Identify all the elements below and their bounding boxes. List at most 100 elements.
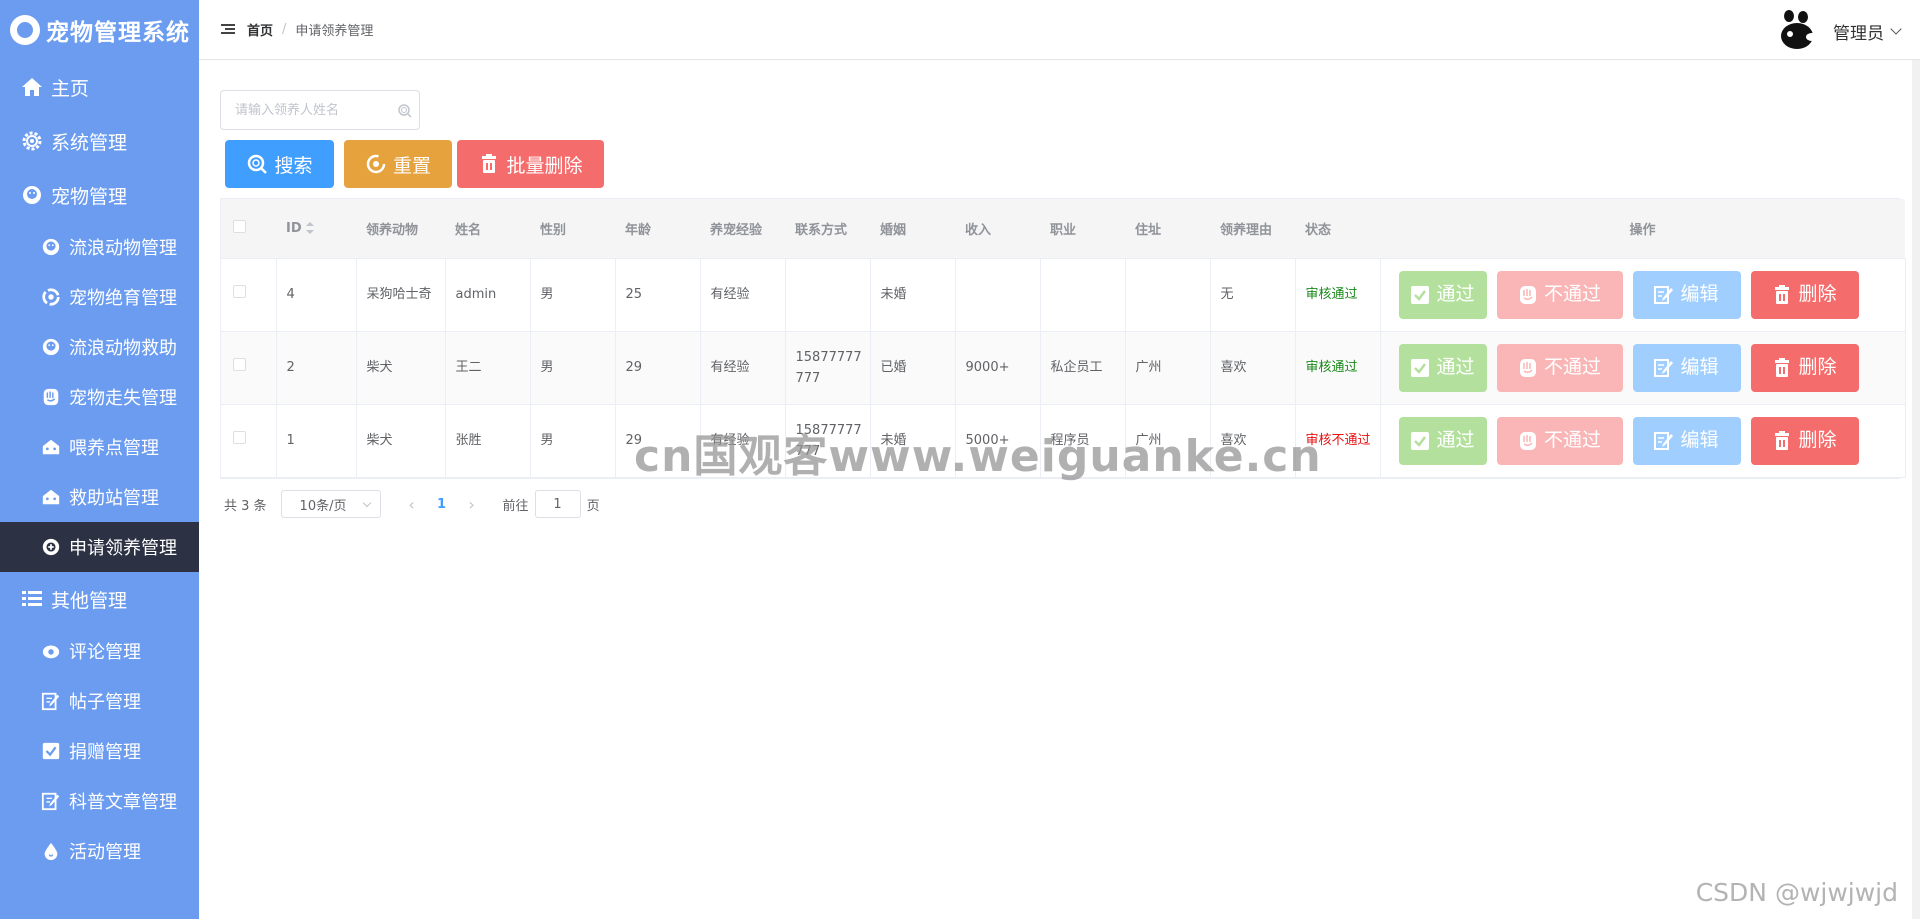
search-icon [246,153,268,175]
page-size-select[interactable]: 10条/页 [280,490,381,518]
sort-icon[interactable] [305,222,314,235]
scrollbar[interactable] [1912,60,1920,919]
delete-button[interactable]: 删除 [1750,343,1859,392]
edit-button[interactable]: 编辑 [1632,343,1741,392]
pass-button[interactable]: 通过 [1398,343,1487,392]
drop-icon [40,840,62,862]
column-header: 联系方式 [785,199,870,259]
sidebar-item[interactable]: 评论管理 [0,626,199,676]
pass-button[interactable]: 通过 [1398,270,1487,319]
goto-page-input[interactable]: 1 [534,490,581,518]
row-checkbox[interactable] [233,431,246,444]
cell-income: 9000+ [955,331,1041,405]
row-select-cell [221,404,277,478]
sidebar-item[interactable]: 其他管理 [0,572,199,626]
edit-button[interactable]: 编辑 [1632,416,1741,465]
reject-button[interactable]: 不通过 [1496,416,1623,465]
sidebar-item[interactable]: 宠物管理 [0,168,199,222]
sidebar-item[interactable]: 喂养点管理 [0,422,199,472]
sidebar-item[interactable]: 主页 [0,60,199,114]
cell-exp: 有经验 [700,258,786,332]
reset-button[interactable]: 重置 [344,140,452,188]
delete-button[interactable]: 删除 [1750,270,1859,319]
pet-face-icon [40,236,62,258]
sidebar-item-label: 主页 [51,77,90,100]
search-button[interactable]: 搜索 [225,140,334,188]
next-page-icon[interactable]: › [457,495,487,514]
sidebar-item[interactable]: 科普文章管理 [0,776,199,826]
pagination-total: 共 3 条 [224,498,267,514]
sidebar-item-label: 宠物走失管理 [69,388,177,409]
reset-button-label: 重置 [392,154,431,177]
hand-icon [1518,431,1538,451]
prev-page-icon[interactable]: ‹ [397,495,427,514]
sidebar-menu: 主页系统管理宠物管理 流浪动物管理 宠物绝育管理 流浪动物救助宠物走失管理喂养点管理救… [0,60,199,876]
breadcrumb-home[interactable]: 首页 [247,20,273,39]
column-header: 操作 [1380,199,1905,259]
hand-icon [1518,285,1538,305]
sidebar-item[interactable]: 申请领养管理 [0,522,199,572]
row-select-cell [221,331,277,405]
column-header: 住址 [1125,199,1210,259]
column-header: 状态 [1295,199,1380,259]
search-input[interactable] [235,102,395,118]
column-header[interactable]: ID [276,199,356,259]
reject-button[interactable]: 不通过 [1496,343,1623,392]
cell-address [1125,258,1211,332]
sidebar-item-label: 其他管理 [51,589,128,612]
page-number[interactable]: 1 [427,497,457,512]
user-menu[interactable]: 管理员 [1779,10,1902,52]
sidebar-item-label: 救助站管理 [69,488,159,509]
delete-button[interactable]: 删除 [1750,416,1859,465]
hand-icon [40,386,62,408]
status-badge: 审核通过 [1295,331,1381,405]
actions-cell: 通过 不通过 编辑 删除 [1380,331,1906,405]
trash-icon [478,153,500,175]
sidebar-item[interactable]: 帖子管理 [0,676,199,726]
sidebar-item[interactable]: 宠物绝育管理 [0,272,199,322]
user-name: 管理员 [1833,23,1884,44]
sidebar-item[interactable]: 流浪动物管理 [0,222,199,272]
chevron-down-icon [1890,22,1902,35]
trash-icon [1772,284,1792,305]
select-all-checkbox[interactable] [233,219,246,233]
cell-animal: 呆狗哈士奇 [356,258,446,332]
breadcrumb-separator: / [282,22,287,37]
reject-button[interactable]: 不通过 [1496,270,1623,319]
table-row: 2 柴犬 王二男 29 有经验 15877777777 已婚 9000+ 私企员工 广州 喜欢 审核通… [221,331,1906,405]
cell-reason: 喜欢 [1210,331,1296,405]
cell-phone [785,258,871,332]
sidebar-item[interactable]: 活动管理 [0,826,199,876]
cell-animal: 柴犬 [356,331,446,405]
cell-gender: 男 [530,258,616,332]
row-checkbox[interactable] [233,358,246,371]
column-header: 收入 [955,199,1040,259]
column-header: 婚姻 [870,199,955,259]
check-icon [1410,431,1430,451]
sidebar-item[interactable]: 捐赠管理 [0,726,199,776]
batch-delete-button-label: 批量删除 [506,154,583,177]
sidebar-item[interactable]: 救助站管理 [0,472,199,522]
edit-icon [40,690,62,712]
row-checkbox[interactable] [233,285,246,298]
pet-icon [20,183,44,207]
sidebar-item-label: 系统管理 [51,131,128,154]
reset-icon [365,153,387,175]
sidebar-item[interactable]: 流浪动物救助 [0,322,199,372]
page-suffix: 页 [586,498,600,514]
collapse-menu-icon[interactable] [221,24,235,35]
edit-icon [40,790,62,812]
pass-button[interactable]: 通过 [1398,416,1487,465]
sidebar-item[interactable]: 系统管理 [0,114,199,168]
cell-job [1040,258,1126,332]
cell-animal: 柴犬 [356,404,446,478]
cell-reason: 无 [1210,258,1296,332]
edit-button[interactable]: 编辑 [1632,270,1741,319]
cloud-gear-icon [40,640,62,662]
sidebar-item[interactable]: 宠物走失管理 [0,372,199,422]
search-icon [398,104,412,118]
cell-name: admin [445,258,531,332]
app-title: 宠物管理系统 [46,20,190,46]
batch-delete-button[interactable]: 批量删除 [457,140,604,188]
cell-name: 王二 [445,331,531,405]
